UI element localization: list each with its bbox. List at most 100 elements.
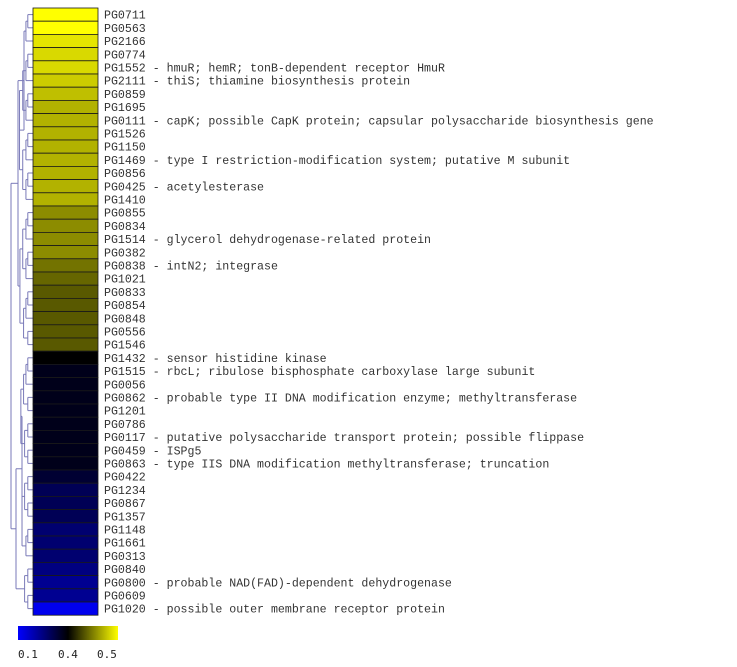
heatmap-cell [32, 271, 99, 286]
row-label: PG0117 - putative polysaccharide transpo… [104, 432, 584, 445]
row-label: PG0859 [104, 89, 146, 102]
row-label: PG0556 [104, 327, 146, 340]
row-label: PG0774 [104, 49, 146, 62]
heatmap-cell [32, 47, 99, 62]
heatmap-cell [32, 113, 99, 128]
heatmap-cell [32, 403, 99, 418]
row-label: PG1201 [104, 406, 146, 419]
heatmap-cell [32, 548, 99, 563]
heatmap-cell [32, 7, 99, 22]
row-label: PG0609 [104, 591, 146, 604]
heatmap-cell [32, 152, 99, 167]
heatmap-cell [32, 258, 99, 273]
dendrogram [10, 14, 33, 610]
heatmap-cell [32, 60, 99, 75]
heatmap-cell [32, 390, 99, 405]
heatmap-cell [32, 350, 99, 365]
row-label: PG0313 [104, 551, 146, 564]
heatmap-cell [32, 139, 99, 154]
row-label: PG0382 [104, 247, 146, 260]
row-label: PG0840 [104, 564, 146, 577]
heatmap-cell [32, 284, 99, 299]
row-label: PG0848 [104, 313, 146, 326]
row-label: PG0800 - probable NAD(FAD)-dependent deh… [104, 577, 452, 590]
heatmap-cell [32, 231, 99, 246]
heatmap-cell [32, 469, 99, 484]
row-label: PG1661 [104, 538, 146, 551]
heatmap-cell [32, 416, 99, 431]
heatmap-cell [32, 179, 99, 194]
heatmap-cell [32, 601, 99, 616]
legend-tick-label: 0.5 [97, 648, 117, 661]
row-label: PG1552 - hmuR; hemR; tonB-dependent rece… [104, 63, 445, 76]
heatmap-cell [32, 100, 99, 115]
row-label: PG0834 [104, 221, 146, 234]
color-legend: 0.1 0.4 0.5 [18, 626, 118, 661]
row-label: PG0862 - probable type II DNA modificati… [104, 393, 577, 406]
row-label: PG0711 [104, 10, 146, 23]
row-label: PG1234 [104, 485, 146, 498]
row-label: PG1469 - type I restriction-modification… [104, 155, 570, 168]
heatmap-cell [32, 509, 99, 524]
heatmap-cell [32, 86, 99, 101]
row-label: PG1021 [104, 274, 146, 287]
row-label: PG1148 [104, 525, 146, 538]
heatmap-cell [32, 363, 99, 378]
row-label: PG0563 [104, 23, 146, 36]
row-label: PG0867 [104, 498, 146, 511]
heatmap-cell [32, 377, 99, 392]
row-label: PG2111 - thiS; thiamine biosynthesis pro… [104, 76, 410, 89]
heatmap-cell [32, 495, 99, 510]
heatmap-cell [32, 34, 99, 49]
row-labels: PG0711PG0563PG2166PG0774PG1552 - hmuR; h… [104, 10, 654, 617]
row-label: PG1020 - possible outer membrane recepto… [104, 604, 445, 617]
row-label: PG0855 [104, 208, 146, 221]
heatmap-cell [32, 165, 99, 180]
heatmap-cell [32, 588, 99, 603]
row-label: PG0422 [104, 472, 146, 485]
row-label: PG0838 - intN2; integrase [104, 261, 278, 274]
legend-tick-label: 0.1 [18, 648, 38, 661]
row-label: PG1546 [104, 340, 146, 353]
heatmap-cell [32, 575, 99, 590]
heatmap-cell [32, 297, 99, 312]
row-label: PG1357 [104, 511, 146, 524]
row-label: PG0111 - capK; possible CapK protein; ca… [104, 115, 654, 128]
heatmap-cells [32, 7, 99, 616]
row-label: PG1515 - rbcL; ribulose bisphosphate car… [104, 366, 535, 379]
legend-gradient-bar [18, 626, 118, 640]
heatmap-cell [32, 562, 99, 577]
heatmap-chart: PG0711PG0563PG2166PG0774PG1552 - hmuR; h… [10, 7, 654, 661]
row-label: PG0459 - ISPg5 [104, 445, 201, 458]
heatmap-cell [32, 245, 99, 260]
row-label: PG0786 [104, 419, 146, 432]
heatmap-cell [32, 522, 99, 537]
row-label: PG1410 [104, 195, 146, 208]
row-label: PG0056 [104, 379, 146, 392]
row-label: PG1695 [104, 102, 146, 115]
heatmap-cell [32, 324, 99, 339]
heatmap-cell [32, 443, 99, 458]
row-label: PG0833 [104, 287, 146, 300]
heatmap-cell [32, 20, 99, 35]
row-label: PG1514 - glycerol dehydrogenase-related … [104, 234, 431, 247]
row-label: PG0856 [104, 168, 146, 181]
heatmap-cell [32, 205, 99, 220]
row-label: PG1432 - sensor histidine kinase [104, 353, 327, 366]
heatmap-cell [32, 218, 99, 233]
heatmap-cell [32, 456, 99, 471]
heatmap-cell [32, 311, 99, 326]
row-label: PG0863 - type IIS DNA modification methy… [104, 459, 549, 472]
row-label: PG1150 [104, 142, 146, 155]
heatmap-cell [32, 482, 99, 497]
row-label: PG0425 - acetylesterase [104, 181, 264, 194]
heatmap-cell [32, 73, 99, 88]
heatmap-cell [32, 126, 99, 141]
row-label: PG0854 [104, 300, 146, 313]
heatmap-cell [32, 535, 99, 550]
row-label: PG1526 [104, 129, 146, 142]
row-label: PG2166 [104, 36, 146, 49]
heatmap-cell [32, 429, 99, 444]
heatmap-cell [32, 192, 99, 207]
legend-tick-label: 0.4 [58, 648, 78, 661]
